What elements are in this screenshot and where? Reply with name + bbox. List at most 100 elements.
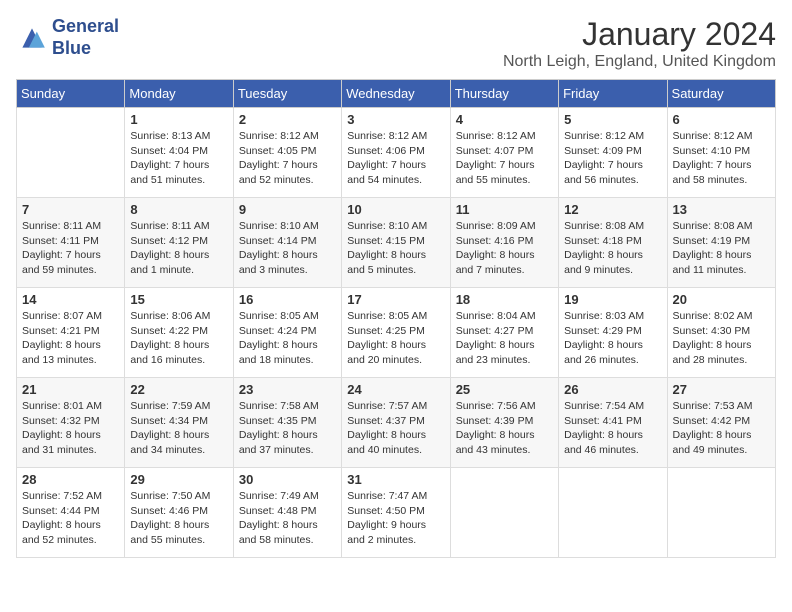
weekday-header-thursday: Thursday [450, 80, 558, 108]
day-info: Sunrise: 8:02 AMSunset: 4:30 PMDaylight:… [673, 309, 770, 368]
day-info: Sunrise: 8:12 AMSunset: 4:09 PMDaylight:… [564, 129, 661, 188]
calendar-cell [667, 468, 775, 558]
calendar-cell: 14 Sunrise: 8:07 AMSunset: 4:21 PMDayligh… [17, 288, 125, 378]
day-info: Sunrise: 7:56 AMSunset: 4:39 PMDaylight:… [456, 399, 553, 458]
calendar-cell: 15 Sunrise: 8:06 AMSunset: 4:22 PMDayligh… [125, 288, 233, 378]
calendar-cell: 3Sunrise: 8:12 AMSunset: 4:06 PMDaylight… [342, 108, 450, 198]
weekday-header-row: SundayMondayTuesdayWednesdayThursdayFrid… [17, 80, 776, 108]
weekday-header-sunday: Sunday [17, 80, 125, 108]
calendar-cell: 1 Sunrise: 8:13 AMSunset: 4:04 PMDaylight… [125, 108, 233, 198]
calendar-table: SundayMondayTuesdayWednesdayThursdayFrid… [16, 79, 776, 558]
day-number: 31 [347, 472, 444, 487]
day-info: Sunrise: 8:01 AMSunset: 4:32 PMDaylight:… [22, 399, 119, 458]
day-number: 18 [456, 292, 553, 307]
calendar-cell [17, 108, 125, 198]
day-number: 6 [673, 112, 770, 127]
day-number: 1 [130, 112, 227, 127]
day-number: 13 [673, 202, 770, 217]
calendar-cell: 23 Sunrise: 7:58 AMSunset: 4:35 PMDayligh… [233, 378, 341, 468]
day-number: 19 [564, 292, 661, 307]
day-number: 10 [347, 202, 444, 217]
day-number: 9 [239, 202, 336, 217]
day-info: Sunrise: 8:11 AMSunset: 4:12 PMDaylight:… [130, 219, 227, 278]
day-info: Sunrise: 8:12 AMSunset: 4:05 PMDaylight:… [239, 129, 336, 188]
day-info: Sunrise: 7:50 AMSunset: 4:46 PMDaylight:… [130, 489, 227, 548]
day-number: 5 [564, 112, 661, 127]
weekday-header-friday: Friday [559, 80, 667, 108]
calendar-cell [559, 468, 667, 558]
calendar-cell: 21 Sunrise: 8:01 AMSunset: 4:32 PMDayligh… [17, 378, 125, 468]
calendar-cell: 11 Sunrise: 8:09 AMSunset: 4:16 PMDayligh… [450, 198, 558, 288]
day-info: Sunrise: 7:49 AMSunset: 4:48 PMDaylight:… [239, 489, 336, 548]
day-info: Sunrise: 7:47 AMSunset: 4:50 PMDaylight:… [347, 489, 444, 548]
day-info: Sunrise: 8:13 AMSunset: 4:04 PMDaylight:… [130, 129, 227, 188]
day-info: Sunrise: 8:07 AMSunset: 4:21 PMDaylight:… [22, 309, 119, 368]
calendar-cell: 4Sunrise: 8:12 AMSunset: 4:07 PMDaylight… [450, 108, 558, 198]
day-info: Sunrise: 7:58 AMSunset: 4:35 PMDaylight:… [239, 399, 336, 458]
calendar-cell: 9Sunrise: 8:10 AMSunset: 4:14 PMDaylight… [233, 198, 341, 288]
week-row-2: 7Sunrise: 8:11 AMSunset: 4:11 PMDaylight… [17, 198, 776, 288]
calendar-cell: 12Sunrise: 8:08 AMSunset: 4:18 PMDayligh… [559, 198, 667, 288]
calendar-cell: 2 Sunrise: 8:12 AMSunset: 4:05 PMDaylight… [233, 108, 341, 198]
calendar-cell: 24Sunrise: 7:57 AMSunset: 4:37 PMDayligh… [342, 378, 450, 468]
calendar-cell: 5 Sunrise: 8:12 AMSunset: 4:09 PMDaylight… [559, 108, 667, 198]
calendar-cell: 18 Sunrise: 8:04 AMSunset: 4:27 PMDayligh… [450, 288, 558, 378]
week-row-4: 21 Sunrise: 8:01 AMSunset: 4:32 PMDayligh… [17, 378, 776, 468]
day-number: 20 [673, 292, 770, 307]
calendar-cell: 6 Sunrise: 8:12 AMSunset: 4:10 PMDaylight… [667, 108, 775, 198]
day-number: 29 [130, 472, 227, 487]
calendar-cell: 22 Sunrise: 7:59 AMSunset: 4:34 PMDayligh… [125, 378, 233, 468]
day-number: 2 [239, 112, 336, 127]
weekday-header-wednesday: Wednesday [342, 80, 450, 108]
day-info: Sunrise: 8:09 AMSunset: 4:16 PMDaylight:… [456, 219, 553, 278]
day-info: Sunrise: 7:52 AMSunset: 4:44 PMDaylight:… [22, 489, 119, 548]
week-row-3: 14 Sunrise: 8:07 AMSunset: 4:21 PMDayligh… [17, 288, 776, 378]
day-number: 4 [456, 112, 553, 127]
day-info: Sunrise: 8:06 AMSunset: 4:22 PMDaylight:… [130, 309, 227, 368]
calendar-cell: 29 Sunrise: 7:50 AMSunset: 4:46 PMDayligh… [125, 468, 233, 558]
day-info: Sunrise: 7:59 AMSunset: 4:34 PMDaylight:… [130, 399, 227, 458]
day-info: Sunrise: 8:04 AMSunset: 4:27 PMDaylight:… [456, 309, 553, 368]
day-number: 21 [22, 382, 119, 397]
day-number: 22 [130, 382, 227, 397]
day-info: Sunrise: 7:54 AMSunset: 4:41 PMDaylight:… [564, 399, 661, 458]
day-number: 12 [564, 202, 661, 217]
calendar-cell: 25 Sunrise: 7:56 AMSunset: 4:39 PMDayligh… [450, 378, 558, 468]
calendar-title: January 2024 [503, 16, 776, 53]
day-number: 16 [239, 292, 336, 307]
day-number: 15 [130, 292, 227, 307]
logo: General Blue [16, 16, 119, 59]
day-info: Sunrise: 7:53 AMSunset: 4:42 PMDaylight:… [673, 399, 770, 458]
day-number: 28 [22, 472, 119, 487]
day-number: 25 [456, 382, 553, 397]
weekday-header-saturday: Saturday [667, 80, 775, 108]
calendar-cell: 30Sunrise: 7:49 AMSunset: 4:48 PMDayligh… [233, 468, 341, 558]
calendar-cell [450, 468, 558, 558]
calendar-subtitle: North Leigh, England, United Kingdom [503, 53, 776, 71]
day-number: 7 [22, 202, 119, 217]
calendar-cell: 10Sunrise: 8:10 AMSunset: 4:15 PMDayligh… [342, 198, 450, 288]
day-number: 23 [239, 382, 336, 397]
day-info: Sunrise: 8:12 AMSunset: 4:10 PMDaylight:… [673, 129, 770, 188]
day-number: 17 [347, 292, 444, 307]
day-number: 14 [22, 292, 119, 307]
weekday-header-tuesday: Tuesday [233, 80, 341, 108]
day-number: 26 [564, 382, 661, 397]
day-info: Sunrise: 8:08 AMSunset: 4:19 PMDaylight:… [673, 219, 770, 278]
calendar-cell: 31 Sunrise: 7:47 AMSunset: 4:50 PMDayligh… [342, 468, 450, 558]
day-number: 3 [347, 112, 444, 127]
calendar-cell: 19 Sunrise: 8:03 AMSunset: 4:29 PMDayligh… [559, 288, 667, 378]
logo-icon [16, 22, 48, 54]
logo-text: General Blue [52, 16, 119, 59]
day-number: 24 [347, 382, 444, 397]
week-row-1: 1 Sunrise: 8:13 AMSunset: 4:04 PMDaylight… [17, 108, 776, 198]
day-number: 27 [673, 382, 770, 397]
day-info: Sunrise: 8:03 AMSunset: 4:29 PMDaylight:… [564, 309, 661, 368]
calendar-cell: 7Sunrise: 8:11 AMSunset: 4:11 PMDaylight… [17, 198, 125, 288]
calendar-cell: 27 Sunrise: 7:53 AMSunset: 4:42 PMDayligh… [667, 378, 775, 468]
calendar-cell: 13 Sunrise: 8:08 AMSunset: 4:19 PMDayligh… [667, 198, 775, 288]
calendar-cell: 28 Sunrise: 7:52 AMSunset: 4:44 PMDayligh… [17, 468, 125, 558]
day-number: 11 [456, 202, 553, 217]
day-info: Sunrise: 8:05 AMSunset: 4:25 PMDaylight:… [347, 309, 444, 368]
calendar-cell: 20 Sunrise: 8:02 AMSunset: 4:30 PMDayligh… [667, 288, 775, 378]
